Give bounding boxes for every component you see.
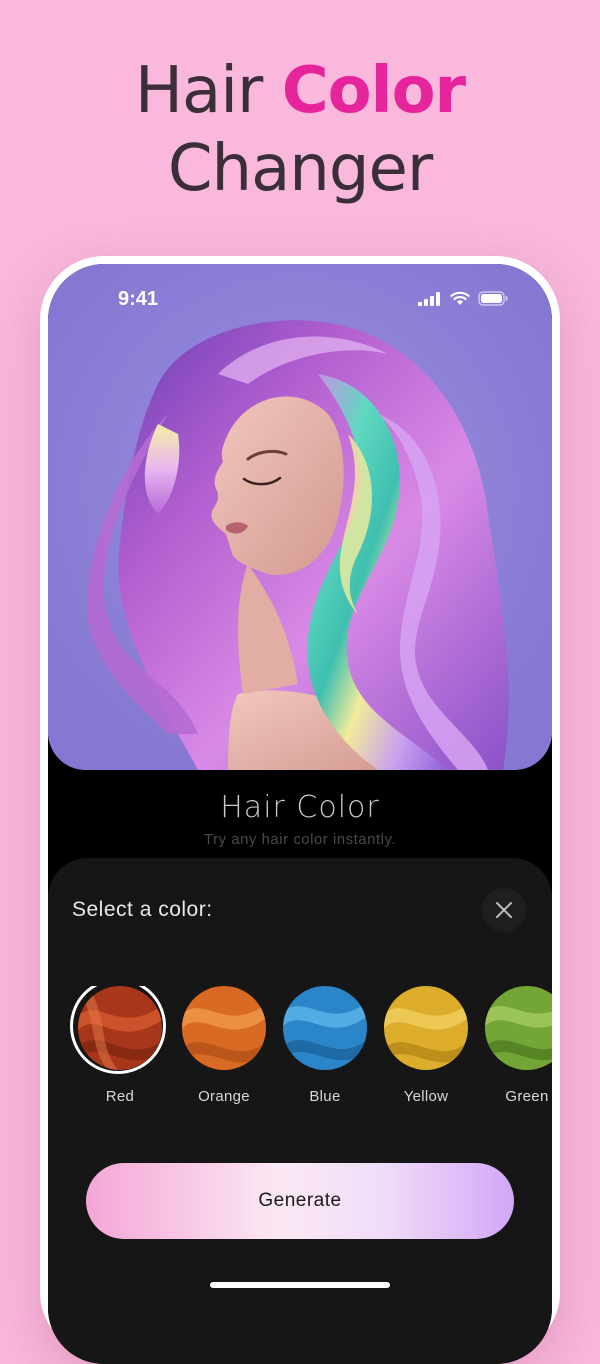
headline-line-1: Hair Color: [0, 52, 600, 130]
headline-line-2: Changer: [167, 132, 433, 206]
swatch-orange[interactable]: Orange: [182, 986, 266, 1105]
swatch-green[interactable]: Green: [485, 986, 552, 1105]
close-button[interactable]: [482, 888, 526, 932]
phone-screen: 9:41 Hair Color Try any hair color insta…: [48, 264, 552, 1364]
status-icons: [418, 291, 508, 306]
swatch-yellow-thumb: [384, 986, 468, 1070]
headline-word-hair: Hair: [134, 54, 282, 128]
swatch-red[interactable]: Red: [70, 986, 166, 1105]
wifi-icon: [450, 291, 470, 305]
feature-header: Hair Color Try any hair color instantly.: [48, 790, 552, 848]
swatch-red-thumb: [78, 986, 162, 1070]
color-picker-sheet: Select a color: Red Orange Blue Yellow G…: [48, 858, 552, 1364]
model-portrait-image: [48, 264, 552, 770]
feature-title: Hair Color: [220, 790, 380, 825]
cellular-signal-icon: [418, 292, 440, 306]
battery-icon: [478, 291, 508, 306]
phone-frame: 9:41 Hair Color Try any hair color insta…: [40, 256, 560, 1364]
feature-subtitle: Try any hair color instantly.: [203, 831, 397, 848]
swatch-blue-thumb: [283, 986, 367, 1070]
swatch-yellow[interactable]: Yellow: [384, 986, 468, 1105]
swatch-label: Red: [105, 1088, 135, 1105]
swatch-blue[interactable]: Blue: [283, 986, 367, 1105]
swatch-label: Orange: [198, 1088, 250, 1105]
hero-image-panel: 9:41: [48, 264, 552, 770]
promo-headline: Hair Color Changer: [0, 52, 600, 208]
color-swatch-row: Red Orange Blue Yellow Green: [48, 986, 552, 1146]
status-time: 9:41: [118, 288, 159, 310]
swatch-orange-thumb: [182, 986, 266, 1070]
home-indicator[interactable]: [210, 1282, 390, 1288]
generate-button[interactable]: Generate: [86, 1163, 514, 1239]
swatch-label: Blue: [309, 1088, 341, 1105]
swatch-label: Green: [505, 1088, 549, 1105]
status-bar: 9:41: [48, 288, 552, 312]
swatch-green-thumb: [485, 986, 552, 1070]
swatch-label: Yellow: [403, 1088, 449, 1105]
headline-word-color: Color: [281, 54, 466, 128]
sheet-title: Select a color:: [72, 898, 213, 921]
close-icon: [496, 902, 512, 918]
